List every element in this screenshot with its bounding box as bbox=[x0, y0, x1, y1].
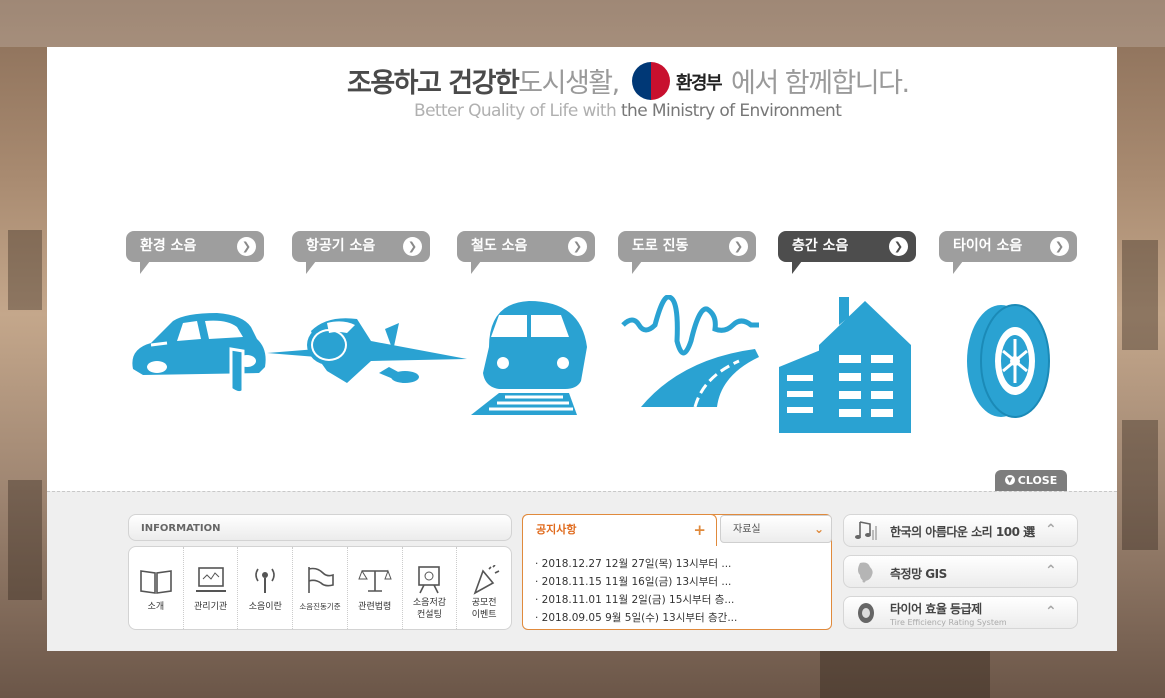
info-item-contest-event[interactable]: 공모전 이벤트 bbox=[457, 547, 511, 629]
link-label: 한국의 아름다운 소리 100 選 bbox=[890, 525, 1035, 539]
headline-english: Better Quality of Life with the Ministry… bbox=[414, 101, 844, 121]
info-item-label: 소음저감 컨설팅 bbox=[412, 598, 447, 620]
chevron-up-icon: ⌃ bbox=[1045, 604, 1057, 620]
category-floor-noise[interactable]: 층간 소음 ❯ bbox=[778, 231, 916, 274]
tab-notice[interactable]: 공지사항 + bbox=[522, 514, 717, 546]
category-label: 도로 진동 bbox=[632, 238, 689, 254]
airplane-icon[interactable] bbox=[267, 311, 475, 389]
link-measurement-gis[interactable]: 측정망 GIS ⌃ bbox=[843, 555, 1078, 588]
notice-list: · 2018.12.27 12월 27일(목) 13시부터 ... · 2018… bbox=[535, 555, 737, 627]
information-menu: 소개 관리기관 소음이란 소음진동기준 관련법령 소음저감 컨설팅 공모전 이벤… bbox=[128, 546, 512, 630]
link-sublabel: Tire Efficiency Rating System bbox=[890, 618, 1007, 627]
headline: 조용하고 건강한도시생활, 환경부 에서 함께합니다. bbox=[347, 61, 910, 101]
info-item-label: 공모전 이벤트 bbox=[471, 598, 497, 620]
road-wave-icon[interactable] bbox=[621, 295, 761, 411]
plus-icon[interactable]: + bbox=[693, 515, 706, 545]
chevron-down-icon: ▼ bbox=[1004, 475, 1015, 485]
info-item-consulting[interactable]: 소음저감 컨설팅 bbox=[403, 547, 458, 629]
category-label: 철도 소음 bbox=[471, 238, 528, 254]
info-item-label: 소음진동기준 bbox=[299, 602, 341, 611]
monitor-icon bbox=[195, 567, 226, 592]
background-window bbox=[8, 480, 42, 600]
chevron-down-icon: ⌄ bbox=[813, 522, 824, 536]
info-item-label: 관련법령 bbox=[358, 602, 392, 612]
tab-data-room-label: 자료실 bbox=[733, 524, 761, 535]
category-label: 항공기 소음 bbox=[306, 238, 376, 254]
tire-icon[interactable] bbox=[963, 303, 1055, 419]
info-item-label: 소개 bbox=[147, 602, 165, 612]
background-window bbox=[820, 650, 990, 698]
notice-item[interactable]: · 2018.11.01 11월 2일(금) 15시부터 층... bbox=[535, 591, 737, 609]
arrow-right-icon: ❯ bbox=[403, 237, 422, 256]
notice-board: 공지사항 + 자료실 ⌄ · 2018.12.27 12월 27일(목) 13시… bbox=[522, 514, 832, 630]
arrow-right-icon: ❯ bbox=[568, 237, 587, 256]
info-item-introduction[interactable]: 소개 bbox=[129, 547, 184, 629]
background-window bbox=[1122, 240, 1158, 350]
link-tire-efficiency[interactable]: 타이어 효율 등급제 Tire Efficiency Rating System… bbox=[843, 596, 1078, 629]
tire-icon bbox=[858, 603, 874, 623]
category-railway-noise[interactable]: 철도 소음 ❯ bbox=[457, 231, 595, 274]
subline-part1: Better Quality of Life bbox=[414, 101, 578, 121]
info-item-label: 소음이란 bbox=[248, 602, 282, 612]
subline-part3: the Ministry of Environment bbox=[620, 101, 842, 121]
close-button[interactable]: ▼ CLOSE bbox=[995, 470, 1067, 491]
link-label: 측정망 GIS bbox=[890, 567, 947, 581]
arrow-right-icon: ❯ bbox=[237, 237, 256, 256]
info-item-label: 관리기관 bbox=[194, 602, 228, 612]
headline-part1: 조용하고 건강한 bbox=[347, 68, 520, 99]
info-item-what-is-noise[interactable]: 소음이란 bbox=[238, 547, 294, 629]
category-environment-noise[interactable]: 환경 소음 ❯ bbox=[126, 231, 264, 274]
headline-part3: 에서 함께합니다. bbox=[731, 68, 910, 99]
notice-item[interactable]: · 2018.09.05 9월 5일(수) 13시부터 층간... bbox=[535, 609, 737, 627]
headline-part2: 도시생활, bbox=[518, 68, 620, 99]
link-beautiful-sounds[interactable]: 한국의 아름다운 소리 100 選 ⌃ bbox=[843, 514, 1078, 547]
category-aircraft-noise[interactable]: 항공기 소음 ❯ bbox=[292, 231, 430, 274]
arrow-right-icon: ❯ bbox=[729, 237, 748, 256]
antenna-icon bbox=[255, 568, 276, 593]
arrow-right-icon: ❯ bbox=[889, 237, 908, 256]
apartment-building-icon[interactable] bbox=[779, 295, 915, 437]
music-note-icon bbox=[855, 521, 877, 540]
footer-area: INFORMATION 소개 관리기관 소음이란 소음진동기준 관련법령 소음저… bbox=[47, 491, 1117, 651]
category-label: 타이어 소음 bbox=[953, 238, 1023, 254]
book-icon bbox=[140, 570, 172, 594]
chevron-up-icon: ⌃ bbox=[1045, 563, 1057, 579]
tab-data-room[interactable]: 자료실 ⌄ bbox=[720, 515, 832, 543]
ministry-logo-icon bbox=[631, 61, 670, 100]
category-tire-noise[interactable]: 타이어 소음 ❯ bbox=[939, 231, 1077, 274]
ministry-name: 환경부 bbox=[675, 72, 723, 94]
train-icon[interactable] bbox=[469, 297, 591, 417]
party-popper-icon bbox=[473, 565, 500, 595]
information-header: INFORMATION bbox=[128, 514, 512, 541]
tab-notice-label: 공지사항 bbox=[536, 523, 577, 536]
category-road-vibration[interactable]: 도로 진동 ❯ bbox=[618, 231, 756, 274]
easel-icon bbox=[418, 566, 441, 594]
chevron-up-icon: ⌃ bbox=[1045, 522, 1057, 538]
info-item-standards[interactable]: 소음진동기준 bbox=[293, 547, 348, 629]
close-label: CLOSE bbox=[1017, 474, 1058, 487]
info-item-laws[interactable]: 관련법령 bbox=[348, 547, 403, 629]
korea-map-icon bbox=[858, 562, 873, 583]
main-popup-panel: 조용하고 건강한도시생활, 환경부 에서 함께합니다. Better Qualit… bbox=[47, 47, 1117, 651]
flag-icon bbox=[308, 567, 334, 593]
background-building bbox=[0, 0, 1165, 47]
notice-item[interactable]: · 2018.11.15 11월 16일(금) 13시부터 ... bbox=[535, 573, 737, 591]
category-label: 층간 소음 bbox=[792, 238, 849, 254]
background-window bbox=[1122, 420, 1158, 550]
notice-item[interactable]: · 2018.12.27 12월 27일(목) 13시부터 ... bbox=[535, 555, 737, 573]
background-window bbox=[8, 230, 42, 310]
link-label: 타이어 효율 등급제 bbox=[890, 602, 982, 616]
car-icon[interactable] bbox=[127, 309, 269, 399]
scales-icon bbox=[358, 569, 392, 592]
arrow-right-icon: ❯ bbox=[1050, 237, 1069, 256]
subline-part2: with bbox=[582, 101, 617, 121]
category-label: 환경 소음 bbox=[140, 238, 197, 254]
info-item-agency[interactable]: 관리기관 bbox=[184, 547, 239, 629]
